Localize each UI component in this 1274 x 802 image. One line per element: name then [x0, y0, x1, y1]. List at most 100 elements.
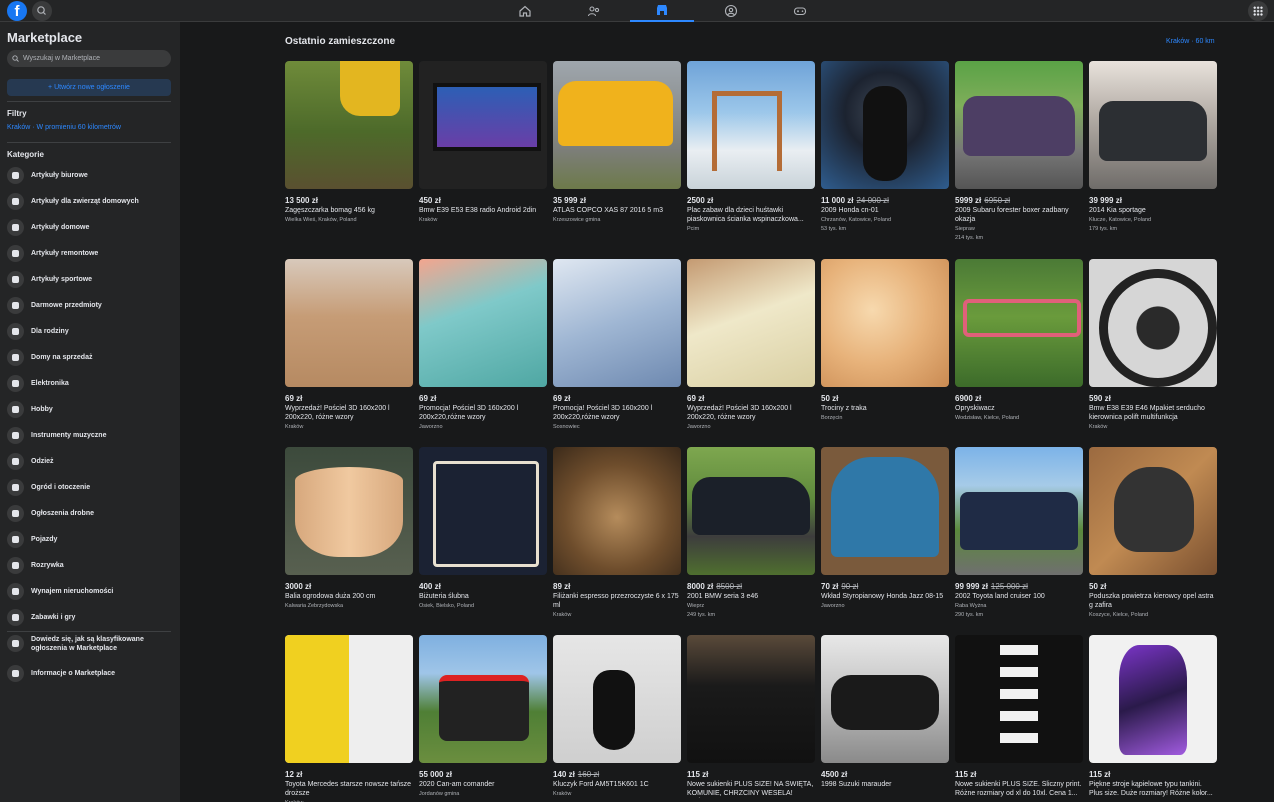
listing-card[interactable]: 6900 zł Opryskiwacz Wodzisław, Kielce, Pol… — [955, 259, 1083, 422]
listing-card[interactable]: 50 zł Poduszka powietrza kierowcy opel as… — [1089, 447, 1217, 619]
listing-price: 39 999 zł — [1089, 196, 1122, 205]
search-icon[interactable] — [32, 1, 52, 21]
sidebar-category-item[interactable]: Rozrywka — [0, 552, 180, 578]
sidebar-category-item[interactable]: Ogród i otoczenie — [0, 474, 180, 500]
location-link[interactable]: Kraków · 60 km — [1166, 38, 1215, 45]
listing-title: 2002 Toyota land cruiser 100 — [955, 593, 1045, 600]
sidebar-category-item[interactable]: Darmowe przedmioty — [0, 292, 180, 318]
sidebar-category-item[interactable]: Elektronika — [0, 370, 180, 396]
listing-card[interactable]: 2500 zł Plac zabaw dla dzieci huśtawki pi… — [687, 61, 815, 233]
listing-photo[interactable] — [687, 61, 815, 189]
home-icon[interactable] — [493, 0, 557, 22]
sidebar-category-item[interactable]: Ogłoszenia drobne — [0, 500, 180, 526]
listing-card[interactable]: 50 zł Trociny z traka Borzęcin — [821, 259, 949, 422]
gaming-icon[interactable] — [768, 0, 832, 22]
listing-card[interactable]: 99 999 zł 125 000 zł 2002 Toyota land crui… — [955, 447, 1083, 619]
listing-card[interactable]: 69 zł Promocja! Pościel 3D 160x200 l 200x… — [553, 259, 681, 431]
listing-card[interactable]: 13 500 zł Zagęszczarka bomag 456 kg Wielka… — [285, 61, 413, 224]
key-icon — [7, 582, 24, 600]
listing-photo[interactable] — [553, 61, 681, 189]
listing-photo[interactable] — [553, 447, 681, 575]
sidebar-category-item[interactable]: Hobby — [0, 396, 180, 422]
friends-icon[interactable] — [562, 0, 626, 22]
classification-info-link[interactable]: Dowiedz się, jak są klasyfikowane ogłosz… — [0, 635, 180, 653]
listing-photo[interactable] — [955, 259, 1083, 387]
listing-card[interactable]: 69 zł Wyprzedaż! Pościel 3D 160x200 l 200… — [285, 259, 413, 431]
marketplace-search-input[interactable]: Wyszukaj w Marketplace — [7, 50, 171, 67]
listing-card[interactable]: 70 zł 90 zł Wkład Styropianowy Honda Jazz … — [821, 447, 949, 610]
listing-card[interactable]: 39 999 zł 2014 Kia sportage Kłucze, Katowi… — [1089, 61, 1217, 233]
listing-card[interactable]: 12 zł Toyota Mercedes starsze nowsze tańs… — [285, 635, 413, 802]
listing-photo[interactable] — [419, 259, 547, 387]
listing-photo[interactable] — [1089, 61, 1217, 189]
megaphone-icon — [7, 504, 24, 522]
listing-photo[interactable] — [1089, 259, 1217, 387]
marketplace-icon[interactable] — [630, 0, 694, 22]
listing-photo[interactable] — [955, 447, 1083, 575]
listing-card[interactable]: 8000 zł 8500 zł 2001 BMW seria 3 e46 Wieprz… — [687, 447, 815, 619]
listing-card[interactable]: 590 zł Bmw E38 E39 E46 Mpakiet serducho k… — [1089, 259, 1217, 431]
listing-card[interactable]: 35 999 zł ATLAS COPCO XAS 87 2016 5 m3 Krz… — [553, 61, 681, 224]
listing-price: 450 zł — [419, 196, 441, 205]
listing-card[interactable]: 400 zł Biżuteria ślubna Osiek, Bielsko, Po… — [419, 447, 547, 610]
listing-photo[interactable] — [285, 61, 413, 189]
listing-card[interactable]: 4500 zł 1998 Suzuki marauder — [821, 635, 949, 789]
listing-photo[interactable] — [821, 447, 949, 575]
listing-mileage: 214 tys. km — [955, 235, 984, 241]
listing-photo[interactable] — [553, 259, 681, 387]
listing-photo[interactable] — [687, 447, 815, 575]
sidebar-category-item[interactable]: Zabawki i gry — [0, 604, 180, 630]
listing-photo[interactable] — [1089, 635, 1217, 763]
listing-price: 55 000 zł — [419, 770, 452, 779]
listing-card[interactable]: 3000 zł Balia ogrodowa duża 200 cm Kalwari… — [285, 447, 413, 610]
listing-card[interactable]: 140 zł 160 zł Kluczyk Ford AM5T15K601 1C Kr… — [553, 635, 681, 798]
listing-photo[interactable] — [285, 259, 413, 387]
listing-card[interactable]: 115 zł Nowe sukienki PLUS SIZE! NA ŚWIĘTA… — [687, 635, 815, 798]
listing-card[interactable]: 450 zł Bmw E39 E53 E38 radio Android 2din… — [419, 61, 547, 224]
sidebar-category-item[interactable]: Pojazdy — [0, 526, 180, 552]
listing-price: 35 999 zł — [553, 196, 586, 205]
sidebar-category-item[interactable]: Artykuły remontowe — [0, 240, 180, 266]
listing-card[interactable]: 89 zł Filiżanki espresso przezroczyste 6 … — [553, 447, 681, 619]
listing-photo[interactable] — [419, 635, 547, 763]
listing-photo[interactable] — [955, 635, 1083, 763]
listing-card[interactable]: 115 zł Nowe sukienki PLUS SIZE. Śliczny p… — [955, 635, 1083, 798]
listing-price-row: 3000 zł — [285, 582, 413, 591]
listing-photo[interactable] — [285, 635, 413, 763]
listing-photo[interactable] — [955, 61, 1083, 189]
sidebar-category-item[interactable]: Wynajem nieruchomości — [0, 578, 180, 604]
sidebar-category-item[interactable]: Instrumenty muzyczne — [0, 422, 180, 448]
listing-photo[interactable] — [1089, 447, 1217, 575]
menu-grid-icon[interactable] — [1248, 1, 1268, 21]
listing-photo[interactable] — [821, 635, 949, 763]
listing-photo[interactable] — [553, 635, 681, 763]
sidebar-category-item[interactable]: Artykuły dla zwierząt domowych — [0, 188, 180, 214]
facebook-logo[interactable]: f — [7, 1, 27, 21]
sidebar-category-item[interactable]: Domy na sprzedaż — [0, 344, 180, 370]
location-filter-link[interactable]: Kraków · W promieniu 60 kilometrów — [7, 124, 121, 131]
listing-photo[interactable] — [821, 61, 949, 189]
about-marketplace-link[interactable]: Informacje o Marketplace — [0, 665, 180, 682]
groups-icon[interactable] — [699, 0, 763, 22]
listing-card[interactable]: 69 zł Promocja! Pościel 3D 160x200 l 200x… — [419, 259, 547, 431]
listing-card[interactable]: 55 000 zł 2020 Can-am comander Jordanów gm… — [419, 635, 547, 798]
sidebar-category-item[interactable]: Artykuły biurowe — [0, 162, 180, 188]
create-listing-button[interactable]: + Utwórz nowe ogłoszenie — [7, 79, 171, 96]
listing-card[interactable]: 5999 zł 6950 zł 2009 Subaru forester boxer… — [955, 61, 1083, 242]
listing-price: 13 500 zł — [285, 196, 318, 205]
sidebar-category-item[interactable]: Artykuły domowe — [0, 214, 180, 240]
listing-card[interactable]: 115 zł Piękne stroje kąpielowe typu tanki… — [1089, 635, 1217, 798]
listing-photo[interactable] — [419, 61, 547, 189]
listing-photo[interactable] — [821, 259, 949, 387]
listing-photo[interactable] — [687, 635, 815, 763]
listing-title: Trociny z traka — [821, 405, 867, 412]
listing-photo[interactable] — [687, 259, 815, 387]
listing-card[interactable]: 69 zł Wyprzedaż! Pościel 3D 160x200 l 200… — [687, 259, 815, 431]
sidebar-category-item[interactable]: Artykuły sportowe — [0, 266, 180, 292]
listing-card[interactable]: 11 000 zł 24 000 zł 2009 Honda cn-01 Chrzan… — [821, 61, 949, 233]
sidebar-category-item[interactable]: Odzież — [0, 448, 180, 474]
listing-photo[interactable] — [419, 447, 547, 575]
listing-location: Kalwaria Zebrzydowska — [285, 603, 344, 609]
sidebar-category-item[interactable]: Dla rodziny — [0, 318, 180, 344]
listing-photo[interactable] — [285, 447, 413, 575]
